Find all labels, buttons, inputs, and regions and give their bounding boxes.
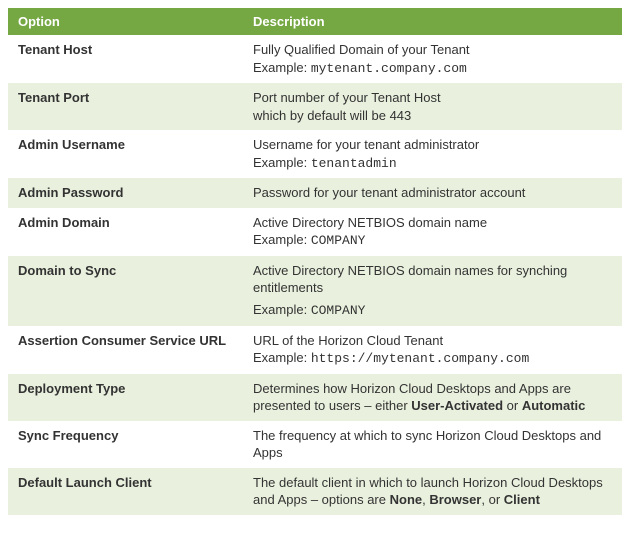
option-cell: Default Launch Client <box>8 468 243 515</box>
code-text: tenantadmin <box>311 156 397 171</box>
description-line: Password for your tenant administrator a… <box>253 184 612 202</box>
description-cell: Active Directory NETBIOS domain nameExam… <box>243 208 622 256</box>
description-line: Fully Qualified Domain of your Tenant <box>253 41 612 59</box>
header-description: Description <box>243 8 622 35</box>
description-line: URL of the Horizon Cloud Tenant <box>253 332 612 350</box>
description-cell: URL of the Horizon Cloud TenantExample: … <box>243 326 622 374</box>
code-text: COMPANY <box>311 233 366 248</box>
description-cell: Port number of your Tenant Hostwhich by … <box>243 83 622 130</box>
table-row: Tenant HostFully Qualified Domain of you… <box>8 35 622 83</box>
description-line: which by default will be 443 <box>253 107 612 125</box>
table-row: Deployment Type Determines how Horizon Cl… <box>8 374 622 421</box>
description-line: The frequency at which to sync Horizon C… <box>253 427 612 462</box>
table-row: Tenant PortPort number of your Tenant Ho… <box>8 83 622 130</box>
description-cell: Determines how Horizon Cloud Desktops an… <box>243 374 622 421</box>
description-line: Active Directory NETBIOS domain name <box>253 214 612 232</box>
table-row: Assertion Consumer Service URLURL of the… <box>8 326 622 374</box>
option-cell: Admin Password <box>8 178 243 208</box>
description-line: Determines how Horizon Cloud Desktops an… <box>253 380 612 415</box>
description-cell: The default client in which to launch Ho… <box>243 468 622 515</box>
description-line: Example: mytenant.company.com <box>253 59 612 78</box>
description-line: Active Directory NETBIOS domain names fo… <box>253 262 612 297</box>
bold-text: Browser <box>429 492 481 507</box>
option-cell: Tenant Port <box>8 83 243 130</box>
description-line: Example: COMPANY <box>253 231 612 250</box>
description-line: Port number of your Tenant Host <box>253 89 612 107</box>
description-line: Example: https://mytenant.company.com <box>253 349 612 368</box>
code-text: COMPANY <box>311 303 366 318</box>
bold-text: User-Activated <box>411 398 503 413</box>
options-table: Option Description Tenant HostFully Qual… <box>8 8 622 515</box>
code-text: https://mytenant.company.com <box>311 351 529 366</box>
option-cell: Tenant Host <box>8 35 243 83</box>
bold-text: None <box>390 492 423 507</box>
description-line: Example: tenantadmin <box>253 154 612 173</box>
bold-text: Automatic <box>522 398 586 413</box>
description-cell: The frequency at which to sync Horizon C… <box>243 421 622 468</box>
option-cell: Domain to Sync <box>8 256 243 326</box>
code-text: mytenant.company.com <box>311 61 467 76</box>
table-row: Domain to Sync Active Directory NETBIOS d… <box>8 256 622 326</box>
description-line: The default client in which to launch Ho… <box>253 474 612 509</box>
header-option: Option <box>8 8 243 35</box>
option-cell: Admin Username <box>8 130 243 178</box>
table-row: Sync Frequency The frequency at which to … <box>8 421 622 468</box>
bold-text: Client <box>504 492 540 507</box>
description-cell: Active Directory NETBIOS domain names fo… <box>243 256 622 326</box>
table-row: Default Launch Client The default client … <box>8 468 622 515</box>
description-line: Example: COMPANY <box>253 301 612 320</box>
description-cell: Username for your tenant administratorEx… <box>243 130 622 178</box>
description-cell: Fully Qualified Domain of your TenantExa… <box>243 35 622 83</box>
table-row: Admin DomainActive Directory NETBIOS dom… <box>8 208 622 256</box>
option-cell: Deployment Type <box>8 374 243 421</box>
option-cell: Admin Domain <box>8 208 243 256</box>
description-cell: Password for your tenant administrator a… <box>243 178 622 208</box>
table-row: Admin Password Password for your tenant a… <box>8 178 622 208</box>
table-header-row: Option Description <box>8 8 622 35</box>
option-cell: Assertion Consumer Service URL <box>8 326 243 374</box>
table-row: Admin UsernameUsername for your tenant a… <box>8 130 622 178</box>
description-line: Username for your tenant administrator <box>253 136 612 154</box>
option-cell: Sync Frequency <box>8 421 243 468</box>
